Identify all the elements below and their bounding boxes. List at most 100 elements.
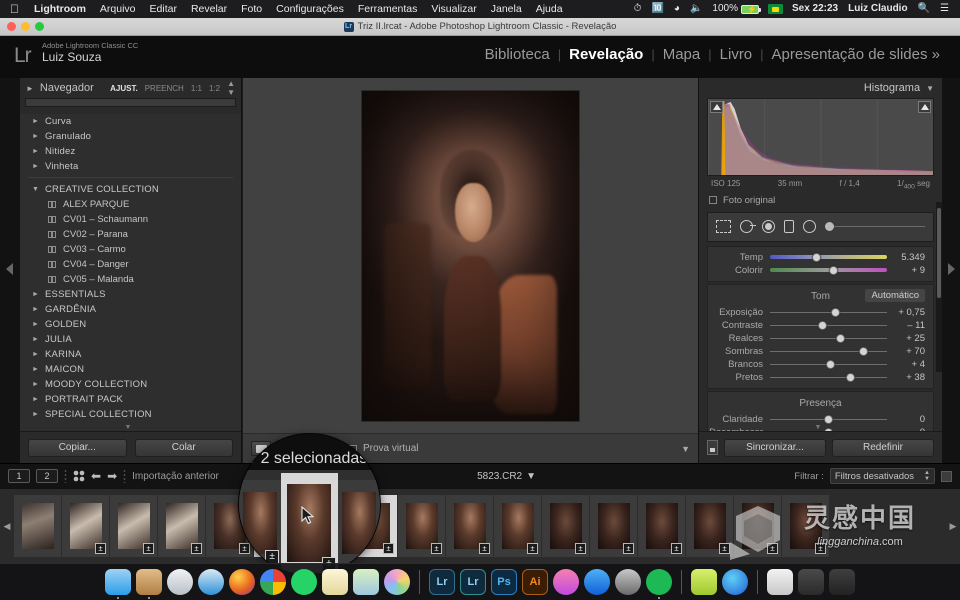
zoom-preench[interactable]: PREENCH [145,84,184,93]
filmstrip-thumb[interactable]: ± [158,495,205,557]
calendar-icon[interactable] [691,569,717,595]
grid-view-icon[interactable] [73,470,85,482]
collection-maicon[interactable]: ► MAICON [20,362,241,377]
chrome-icon[interactable] [260,569,286,595]
preset-group-curva[interactable]: ► Curva [20,114,241,129]
slider-track[interactable] [770,413,887,426]
brazil-flag-icon[interactable] [768,4,783,14]
slider-sombras[interactable]: Sombras + 70 [708,345,933,358]
slider-knob[interactable] [831,308,840,317]
firefox-icon[interactable] [229,569,255,595]
slider-knob[interactable] [846,373,855,382]
slider-knob[interactable] [859,347,868,356]
filmstrip-thumb[interactable]: ± [542,495,589,557]
illustrator-icon[interactable]: Ai [522,569,548,595]
whatsapp-icon[interactable] [291,569,317,595]
slider-track[interactable] [770,319,887,332]
identity-plate[interactable]: Adobe Lightroom Classic CC Luiz Souza [42,42,138,64]
collection-portrait-pack[interactable]: ► PORTRAIT PACK [20,392,241,407]
loupe-thumb[interactable] [338,480,380,566]
graduated-filter-icon[interactable] [784,220,794,233]
loupe-thumb[interactable]: ± [239,480,281,566]
filmstrip-thumb[interactable]: ± [638,495,685,557]
slider-exposicao[interactable]: Exposição + 0,75 [708,306,933,319]
app-store-package-icon[interactable] [136,569,162,595]
left-panel-resize-handle[interactable]: ▼ [125,424,132,431]
slider-knob[interactable] [826,360,835,369]
collection-item-cv02[interactable]: CV02 – Parana [20,227,241,242]
slider-track[interactable] [770,251,887,264]
menu-visualizar[interactable]: Visualizar [424,0,483,18]
close-window-button[interactable] [7,22,16,31]
zoom-ajust[interactable]: AJUST. [110,84,138,93]
system-preferences-icon[interactable] [615,569,641,595]
sync-button[interactable]: Sincronizar... [724,439,826,457]
slider-knob[interactable] [812,253,821,262]
filmstrip-source-label[interactable]: Importação anterior [132,471,219,482]
slider-knob[interactable] [818,321,827,330]
collection-gardenia[interactable]: ► GARDÊNIA [20,302,241,317]
slider-pretos[interactable]: Pretos + 38 [708,371,933,384]
filmstrip-thumb[interactable]: ± [686,495,733,557]
slider-track[interactable] [770,332,887,345]
chevron-down-icon[interactable]: ▼ [526,471,536,482]
collection-special-collection[interactable]: ► SPECIAL COLLECTION [20,407,241,422]
menu-ajuda[interactable]: Ajuda [529,0,570,18]
menu-foto[interactable]: Foto [234,0,269,18]
left-panel-collapse-strip[interactable] [0,78,20,463]
slider-track[interactable] [770,306,887,319]
time-machine-icon[interactable]: ⏱ [629,0,647,18]
shadow-clipping-indicator[interactable] [710,101,723,113]
launchpad-icon[interactable] [167,569,193,595]
menu-revelar[interactable]: Revelar [184,0,234,18]
radial-filter-icon[interactable] [803,220,816,233]
collection-item-cv04[interactable]: CV04 – Danger [20,257,241,272]
bluetooth-icon[interactable]: 🔟 [646,0,668,18]
module-biblioteca[interactable]: Biblioteca [477,46,558,63]
slider-contraste[interactable]: Contraste – 11 [708,319,933,332]
filmstrip-thumb[interactable]: ± [494,495,541,557]
zoom-1-1[interactable]: 1:1 [191,84,202,93]
notes-icon[interactable] [322,569,348,595]
forward-arrow-icon[interactable]: ➡ [107,470,117,482]
maximize-window-button[interactable] [35,22,44,31]
minimize-window-button[interactable] [21,22,30,31]
trash-icon[interactable] [829,569,855,595]
sync-switch-icon[interactable] [707,440,718,455]
collection-karina[interactable]: ► KARINA [20,347,241,362]
adjustment-brush-icon[interactable] [825,220,925,233]
paste-button[interactable]: Colar [135,439,234,457]
slider-knob[interactable] [836,334,845,343]
menu-arquivo[interactable]: Arquivo [93,0,143,18]
maps-icon[interactable] [353,569,379,595]
main-photo-preview[interactable] [362,91,579,421]
itunes-icon[interactable] [553,569,579,595]
highlight-clipping-indicator[interactable] [918,101,931,113]
menu-configuracoes[interactable]: Configurações [269,0,351,18]
spotify-icon[interactable] [646,569,672,595]
crop-tool-icon[interactable] [716,220,731,233]
slider-realces[interactable]: Realces + 25 [708,332,933,345]
slider-track[interactable] [770,264,887,277]
filmstrip-next-button[interactable]: ▶ [946,489,960,563]
slider-colorir[interactable]: Colorir + 9 [708,264,933,277]
original-photo-checkbox[interactable] [709,196,717,204]
photos-icon[interactable] [384,569,410,595]
red-eye-icon[interactable] [762,220,775,233]
scrollbar-thumb[interactable] [937,208,941,298]
collection-item-cv03[interactable]: CV03 – Carmo [20,242,241,257]
photoshop-icon[interactable]: Ps [491,569,517,595]
volume-icon[interactable]: 🔈 [685,0,707,18]
back-arrow-icon[interactable]: ⬅ [91,470,101,482]
filmstrip-thumb[interactable]: ± [110,495,157,557]
appstore-icon[interactable] [584,569,610,595]
slider-knob[interactable] [829,266,838,275]
filmstrip-prev-button[interactable]: ◀ [0,489,14,563]
current-filename[interactable]: 5823.CR2 ▼ [477,471,536,482]
histogram-graph[interactable] [707,98,934,176]
slider-temp[interactable]: Temp 5.349 [708,251,933,264]
collection-item-cv01[interactable]: CV01 – Schaumann [20,212,241,227]
collection-essentials[interactable]: ► ESSENTIALS [20,287,241,302]
screen-1-button[interactable]: 1 [8,469,30,483]
zoom-stepper-icon[interactable]: ▲▼ [227,79,235,97]
